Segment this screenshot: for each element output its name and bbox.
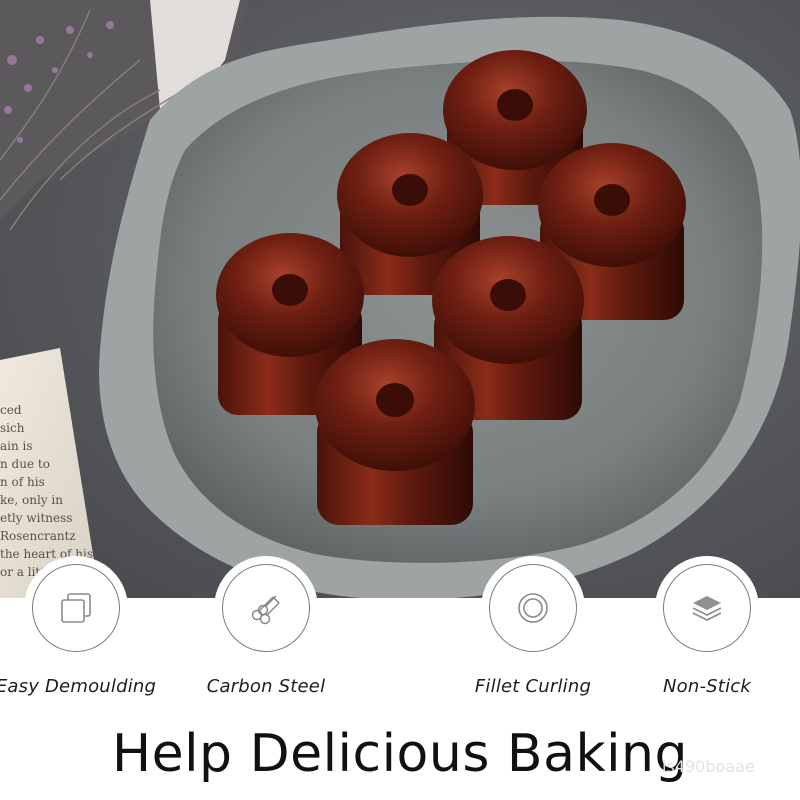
book-line: etly witness [0,511,72,525]
feature-label: Easy Demoulding [0,676,157,697]
feature-circle [655,556,759,660]
feature-label: Fillet Curling [474,676,592,697]
book-line: ced [0,403,22,417]
watermark: ls490boaae [662,757,755,776]
book-line: ain is [0,439,33,453]
book-line: n due to [0,457,50,471]
feature-circle [481,556,585,660]
stacked-layers-icon [663,564,751,652]
feature-label: Non-Stick [663,676,751,697]
book-line: sich [0,421,25,435]
book-line: ke, only in [0,493,63,507]
feature-non-stick: Non-Stick [622,556,792,697]
feature-label: Carbon Steel [206,676,326,697]
concentric-circles-icon [489,564,577,652]
feature-easy-demoulding: Easy Demoulding [0,556,161,697]
feature-circle [214,556,318,660]
feature-fillet-curling: Fillet Curling [448,556,618,697]
feature-circle [24,556,128,660]
product-image: ced sich ain is n due to n of his ke, on… [0,0,800,800]
product-photo: ced sich ain is n due to n of his ke, on… [0,0,800,598]
feature-carbon-steel: Carbon Steel [181,556,351,697]
overlapping-squares-icon [32,564,120,652]
book-line: n of his [0,475,45,489]
book-line: Rosencrantz [0,529,76,543]
canele-tray-illustration: ced sich ain is n due to n of his ke, on… [0,0,800,598]
steel-rods-icon [222,564,310,652]
